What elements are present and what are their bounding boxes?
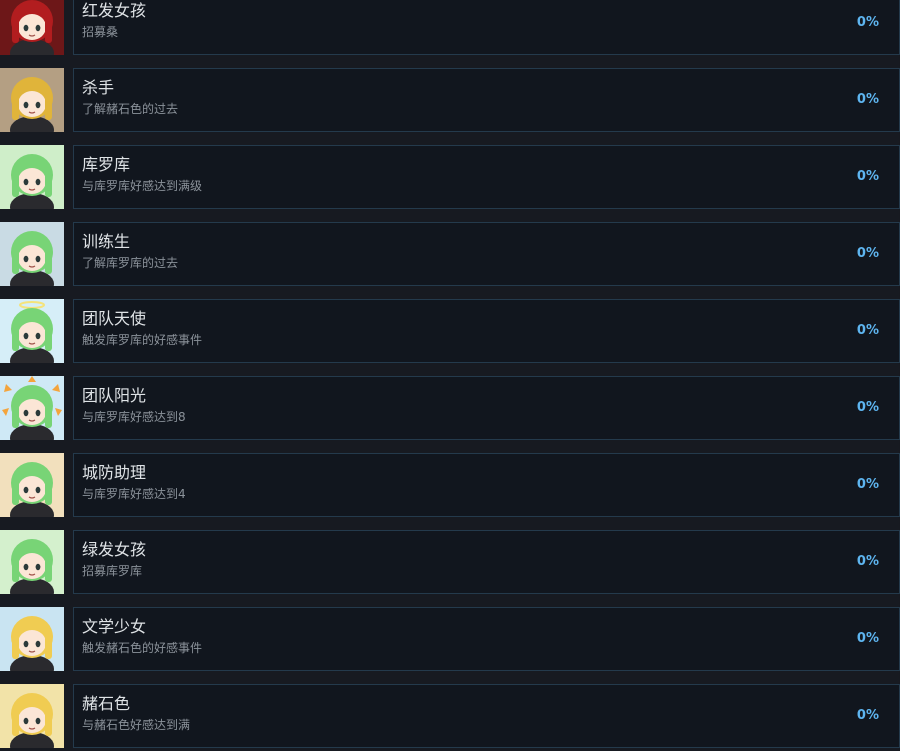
- achievement-row[interactable]: 城防助理与库罗库好感达到4 0%: [0, 453, 900, 518]
- unlock-percentage: 0%: [856, 246, 879, 261]
- achievement-description: 触发赭石色的好感事件: [82, 641, 203, 655]
- trainee-icon: [0, 222, 64, 286]
- literature-girl-icon: [0, 607, 64, 671]
- achievement-description: 与库罗库好感达到8: [82, 410, 186, 424]
- team-angel-icon: [0, 299, 64, 363]
- achievement-row[interactable]: 红发女孩招募桑 0%: [0, 0, 900, 56]
- achievement-panel: 库罗库与库罗库好感达到满级 0%: [73, 145, 900, 209]
- achievement-panel: 杀手了解赭石色的过去 0%: [73, 68, 900, 132]
- ochre-icon: [0, 684, 64, 748]
- achievement-title: 杀手: [82, 78, 115, 97]
- achievement-description: 与赭石色好感达到满: [82, 718, 191, 732]
- killer-icon: [0, 68, 64, 132]
- unlock-percentage: 0%: [856, 708, 879, 723]
- achievement-row[interactable]: 库罗库与库罗库好感达到满级 0%: [0, 145, 900, 210]
- achievement-description: 与库罗库好感达到4: [82, 487, 186, 501]
- achievement-row[interactable]: 杀手了解赭石色的过去 0%: [0, 68, 900, 133]
- achievement-title: 城防助理: [82, 463, 147, 482]
- achievement-panel: 赭石色与赭石色好感达到满 0%: [73, 684, 900, 748]
- green-hair-girl-icon: [0, 530, 64, 594]
- achievement-panel: 绿发女孩招募库罗库 0%: [73, 530, 900, 594]
- achievement-description: 招募库罗库: [82, 564, 143, 578]
- achievement-panel: 团队阳光与库罗库好感达到8 0%: [73, 376, 900, 440]
- achievement-panel: 文学少女触发赭石色的好感事件 0%: [73, 607, 900, 671]
- achievement-title: 团队天使: [82, 309, 147, 328]
- kuroku-icon: [0, 145, 64, 209]
- unlock-percentage: 0%: [856, 323, 879, 338]
- achievement-row[interactable]: 赭石色与赭石色好感达到满 0%: [0, 684, 900, 749]
- unlock-percentage: 0%: [856, 631, 879, 646]
- achievement-panel: 红发女孩招募桑 0%: [73, 0, 900, 55]
- achievement-row[interactable]: 文学少女触发赭石色的好感事件 0%: [0, 607, 900, 672]
- achievement-description: 了解赭石色的过去: [82, 102, 179, 116]
- achievement-description: 了解库罗库的过去: [82, 256, 179, 270]
- team-sunshine-icon: [0, 376, 64, 440]
- achievement-row[interactable]: 团队阳光与库罗库好感达到8 0%: [0, 376, 900, 441]
- city-defense-assistant-icon: [0, 453, 64, 517]
- achievement-row[interactable]: 绿发女孩招募库罗库 0%: [0, 530, 900, 595]
- achievement-panel: 团队天使触发库罗库的好感事件 0%: [73, 299, 900, 363]
- achievement-title: 文学少女: [82, 617, 147, 636]
- unlock-percentage: 0%: [856, 554, 879, 569]
- achievement-panel: 城防助理与库罗库好感达到4 0%: [73, 453, 900, 517]
- achievement-title: 库罗库: [82, 155, 131, 174]
- unlock-percentage: 0%: [856, 169, 879, 184]
- unlock-percentage: 0%: [856, 400, 879, 415]
- unlock-percentage: 0%: [856, 15, 879, 30]
- unlock-percentage: 0%: [856, 92, 879, 107]
- achievement-title: 红发女孩: [82, 1, 147, 20]
- achievement-row[interactable]: 团队天使触发库罗库的好感事件 0%: [0, 299, 900, 364]
- red-hair-girl-icon: [0, 0, 64, 55]
- achievement-description: 招募桑: [82, 25, 119, 39]
- achievement-title: 训练生: [82, 232, 131, 251]
- achievement-panel: 训练生了解库罗库的过去 0%: [73, 222, 900, 286]
- achievement-list: 红发女孩招募桑 0% 杀手了解赭石色的过去 0% 库罗库与库罗库好感达到满级 0%: [0, 0, 900, 751]
- achievement-title: 团队阳光: [82, 386, 147, 405]
- achievement-row[interactable]: 训练生了解库罗库的过去 0%: [0, 222, 900, 287]
- achievement-title: 绿发女孩: [82, 540, 147, 559]
- achievement-title: 赭石色: [82, 694, 131, 713]
- achievement-description: 与库罗库好感达到满级: [82, 179, 203, 193]
- achievement-description: 触发库罗库的好感事件: [82, 333, 203, 347]
- unlock-percentage: 0%: [856, 477, 879, 492]
